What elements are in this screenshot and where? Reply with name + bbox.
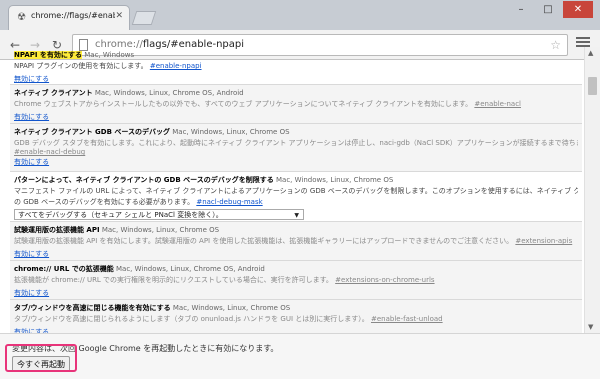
flag-tag-link[interactable]: #enable-nacl-debug xyxy=(14,148,578,156)
flags-page: NPAPI を有効にする Mac, Windows NPAPI プラグインの使用… xyxy=(0,47,600,379)
flag-platforms: Mac, Windows, Linux, Chrome OS xyxy=(276,176,394,184)
chevron-down-icon: ▼ xyxy=(294,212,299,219)
flag-platforms: Mac, Windows, Linux, Chrome OS xyxy=(101,226,220,234)
flag-description-continued: の GDB ベースのデバッグを有効にする必要があります。 #nacl-debug… xyxy=(14,197,578,207)
flag-description-text: 拡張機能が chrome:// URL での実行権限を明示的にリクエストしている… xyxy=(14,276,333,284)
flag-description-text: NPAPI プラグインの使用を有効にします。 xyxy=(14,62,148,70)
new-tab-button[interactable] xyxy=(131,11,157,25)
flag-description: NPAPI プラグインの使用を有効にします。 #enable-npapi xyxy=(14,61,578,71)
flag-description: Chrome ウェブストアからインストールしたもの以外でも、すべてのウェブ アプ… xyxy=(14,99,578,109)
flag-name: NPAPI を有効にする xyxy=(14,51,83,59)
flag-entry-nacl-debug-mask: パターンによって、ネイティブ クライアントの GDB ベースのデバッグを制限する… xyxy=(10,172,582,222)
flag-tag-link[interactable]: #extension-apis xyxy=(515,237,572,245)
scroll-down-icon[interactable]: ▼ xyxy=(588,323,593,331)
minimize-button[interactable]: – xyxy=(508,1,534,18)
scroll-up-icon[interactable]: ▲ xyxy=(588,49,593,57)
flag-platforms: Mac, Windows xyxy=(84,51,135,59)
flag-tag-link[interactable]: #enable-nacl xyxy=(474,100,521,108)
flag-platforms: Mac, Windows, Linux, Chrome OS, Android xyxy=(94,89,244,97)
flag-entry-npapi: NPAPI を有効にする Mac, Windows NPAPI プラグインの使用… xyxy=(10,47,582,85)
flag-description-text: の GDB ベースのデバッグを有効にする必要があります。 xyxy=(14,198,195,206)
flag-name: ネイティブ クライアント GDB ベースのデバッグ xyxy=(14,128,171,136)
flag-toggle-link[interactable]: 有効にする xyxy=(14,288,49,298)
flag-description: 試験運用版の拡張機能 API を有効にします。試験運用版の API を使用した拡… xyxy=(14,236,578,246)
flag-name: パターンによって、ネイティブ クライアントの GDB ベースのデバッグを制限する xyxy=(14,176,274,184)
flag-tag-link[interactable]: #nacl-debug-mask xyxy=(196,198,262,206)
flag-platforms: Mac, Windows, Linux, Chrome OS xyxy=(172,128,290,136)
flag-toggle-link[interactable]: 有効にする xyxy=(14,249,49,259)
flag-tag-link[interactable]: #enable-npapi xyxy=(150,62,202,70)
flag-tag-link[interactable]: #extensions-on-chrome-urls xyxy=(335,276,434,284)
select-value: すべてをデバッグする（セキュア シェルと PNaCl 変換を除く）。 xyxy=(18,211,223,219)
flag-name: タブ/ウィンドウを高速に閉じる機能を有効にする xyxy=(14,304,171,312)
maximize-button[interactable]: □ xyxy=(535,1,561,18)
flag-name: chrome:// URL での拡張機能 xyxy=(14,265,114,273)
restart-bar: 変更内容は、次回 Google Chrome を再起動したときに有効になります。… xyxy=(0,333,600,379)
tab-close-icon[interactable]: ✕ xyxy=(115,11,123,21)
flag-platforms: Mac, Windows, Linux, Chrome OS, Android xyxy=(116,265,265,273)
close-window-button[interactable]: ✕ xyxy=(563,1,593,18)
flag-name: ネイティブ クライアント xyxy=(14,89,93,97)
flags-list: NPAPI を有効にする Mac, Windows NPAPI プラグインの使用… xyxy=(10,47,582,340)
flag-description: マニフェスト ファイルの URL によって、ネイティブ クライアントによるアプリ… xyxy=(14,187,578,195)
title-bar: ☢ chrome://flags/#enable-np ✕ – □ ✕ xyxy=(0,0,600,30)
flag-description-text: 試験運用版の拡張機能 API を有効にします。試験運用版の API を使用した拡… xyxy=(14,237,514,245)
flag-entry-extension-apis: 試験運用版の拡張機能 API Mac, Windows, Linux, Chro… xyxy=(10,222,582,261)
flag-platforms: Mac, Windows, Linux, Chrome OS xyxy=(172,304,291,312)
flag-name: 試験運用版の拡張機能 API xyxy=(14,226,100,234)
flag-entry-nacl-debug: ネイティブ クライアント GDB ベースのデバッグ Mac, Windows, … xyxy=(10,124,582,172)
flag-toggle-link[interactable]: 無効にする xyxy=(14,74,49,84)
flag-description: タブ/ウィンドウを高速に閉じられるようにします（タブの onunload.js … xyxy=(14,314,578,324)
flag-entry-nacl: ネイティブ クライアント Mac, Windows, Linux, Chrome… xyxy=(10,85,582,124)
flag-description-text: タブ/ウィンドウを高速に閉じられるようにします（タブの onunload.js … xyxy=(14,315,369,323)
flag-description: GDB デバッグ スタブを有効にします。これにより、起動時にネイティブ クライア… xyxy=(14,139,578,147)
browser-tab[interactable]: ☢ chrome://flags/#enable-np ✕ xyxy=(8,5,130,30)
vertical-scrollbar[interactable]: ▲ ▼ xyxy=(584,47,600,333)
flag-description: 拡張機能が chrome:// URL での実行権限を明示的にリクエストしている… xyxy=(14,275,578,285)
flag-entry-chrome-urls: chrome:// URL での拡張機能 Mac, Windows, Linux… xyxy=(10,261,582,300)
flask-icon: ☢ xyxy=(17,12,26,23)
flag-toggle-link[interactable]: 有効にする xyxy=(14,157,49,167)
annotation-highlight-box xyxy=(5,344,77,372)
debug-mask-select[interactable]: すべてをデバッグする（セキュア シェルと PNaCl 変換を除く）。 ▼ xyxy=(14,209,304,220)
flag-toggle-link[interactable]: 有効にする xyxy=(14,112,49,122)
scrollbar-thumb[interactable] xyxy=(588,77,597,95)
tab-title: chrome://flags/#enable-np xyxy=(31,11,115,20)
flag-tag-link[interactable]: #enable-fast-unload xyxy=(371,315,443,323)
flag-description-text: Chrome ウェブストアからインストールしたもの以外でも、すべてのウェブ アプ… xyxy=(14,100,473,108)
